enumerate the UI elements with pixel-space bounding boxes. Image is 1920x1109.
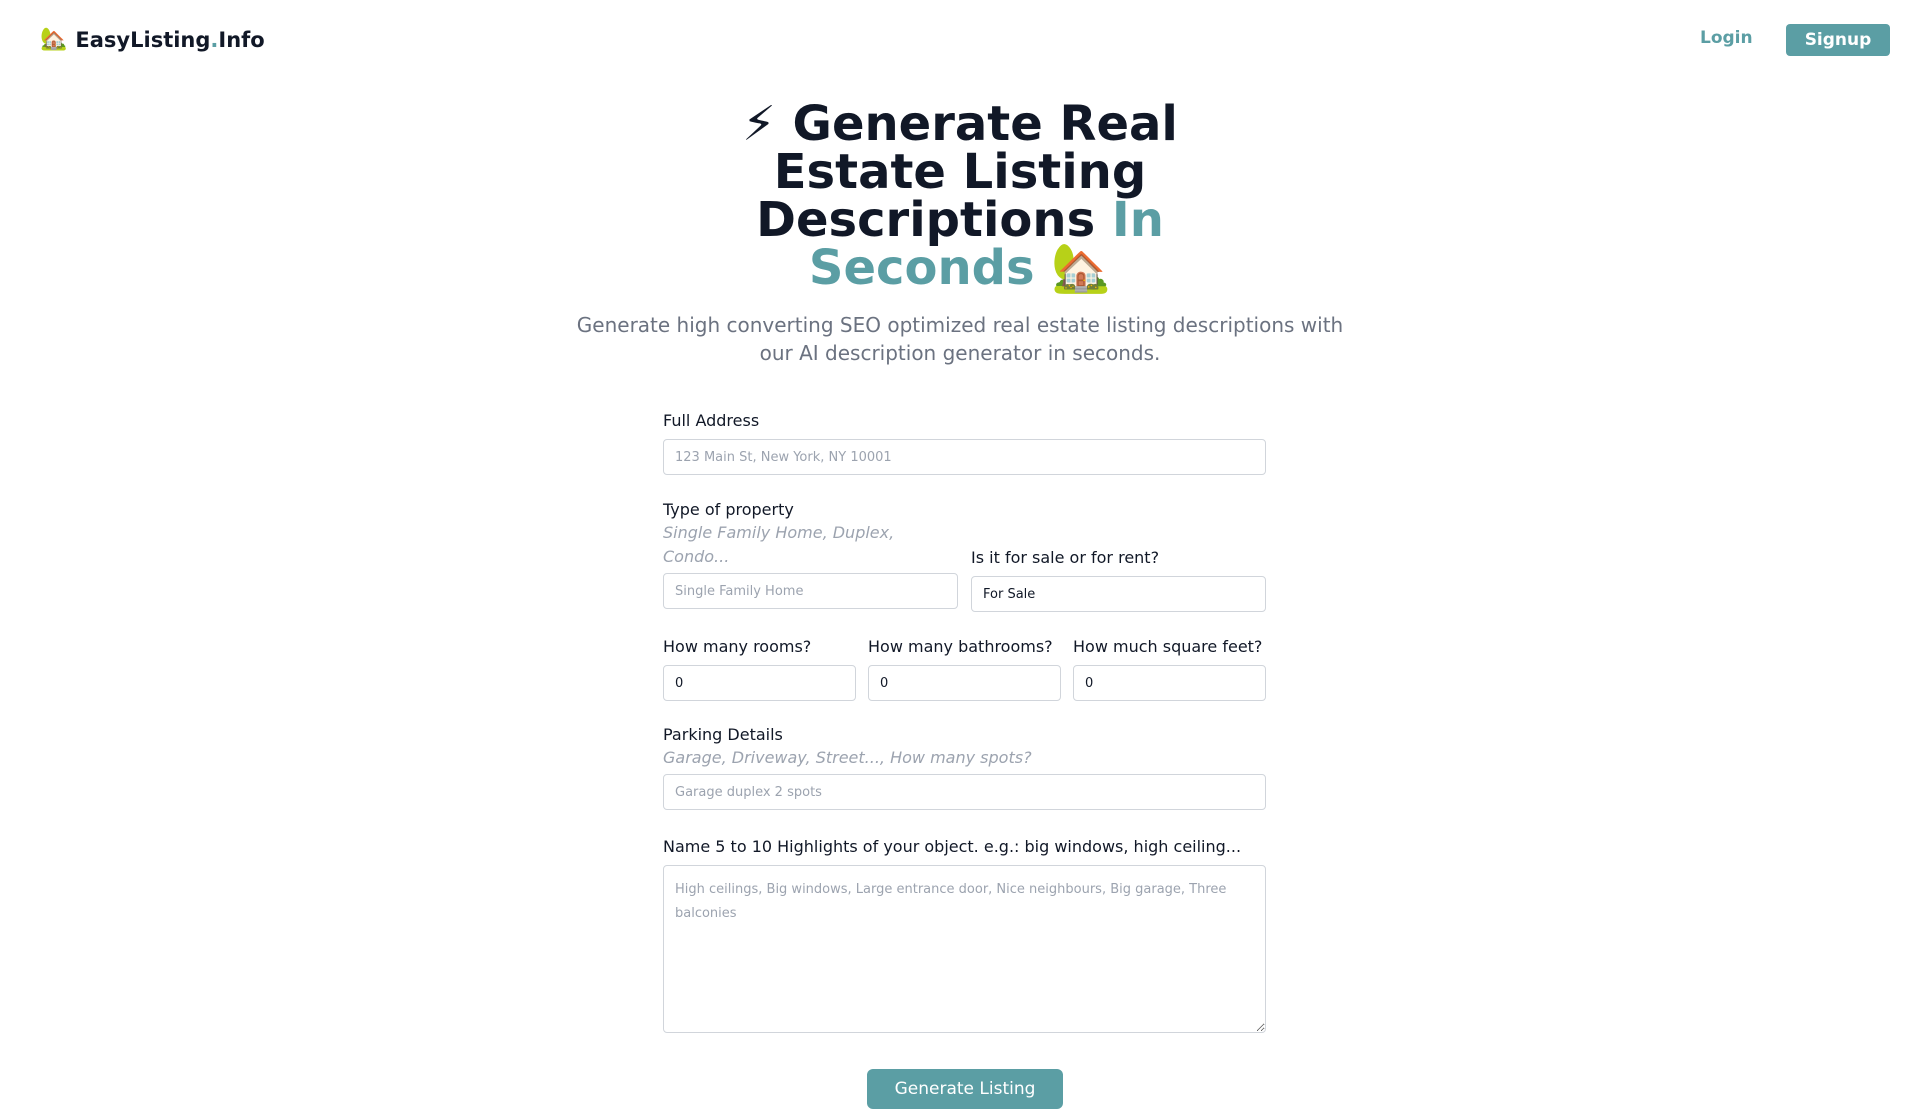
sale-or-rent-input[interactable] (971, 576, 1266, 612)
parking-group: Parking Details Garage, Driveway, Street… (663, 724, 1266, 810)
square-feet-label: How much square feet? (1073, 637, 1263, 656)
bathrooms-input[interactable] (868, 665, 1061, 701)
rooms-label: How many rooms? (663, 637, 812, 656)
address-label: Full Address (663, 411, 760, 430)
bathrooms-label: How many bathrooms? (868, 637, 1053, 656)
generate-listing-button[interactable]: Generate Listing (867, 1069, 1063, 1109)
address-group: Full Address (663, 410, 1266, 475)
property-type-group: Type of property Single Family Home, Dup… (663, 499, 958, 609)
lightning-icon: ⚡ (742, 96, 776, 152)
site-header: 🏡 EasyListing. Info Login Signup (0, 0, 1920, 80)
property-type-hint: Single Family Home, Duplex, Condo... (663, 523, 895, 566)
page-subtitle: Generate high converting SEO optimized r… (576, 313, 1344, 365)
login-link[interactable]: Login (1700, 28, 1753, 48)
parking-hint: Garage, Driveway, Street..., How many sp… (663, 748, 1032, 767)
brand-dot: . (210, 27, 219, 52)
address-input[interactable] (663, 439, 1266, 475)
highlights-textarea[interactable] (663, 865, 1266, 1033)
rooms-group: How many rooms? (663, 636, 856, 701)
parking-input[interactable] (663, 774, 1266, 810)
brand-name: EasyListing (75, 27, 211, 52)
house-with-garden-icon: 🏡 (1051, 240, 1112, 296)
sale-or-rent-label: Is it for sale or for rent? (971, 548, 1160, 567)
bathrooms-group: How many bathrooms? (868, 636, 1061, 701)
highlights-label: Name 5 to 10 Highlights of your object. … (663, 837, 1242, 856)
signup-button[interactable]: Signup (1786, 24, 1890, 56)
highlights-group: Name 5 to 10 Highlights of your object. … (663, 836, 1266, 1033)
square-feet-input[interactable] (1073, 665, 1266, 701)
parking-label: Parking Details (663, 725, 783, 744)
square-feet-group: How much square feet? (1073, 636, 1266, 701)
property-type-label: Type of property (663, 500, 794, 519)
house-with-garden-icon: 🏡 (40, 27, 68, 52)
brand-tld: Info (218, 27, 265, 52)
page-title: ⚡ Generate Real Estate Listing Descripti… (700, 100, 1220, 292)
sale-or-rent-group: Is it for sale or for rent? (971, 547, 1266, 612)
rooms-input[interactable] (663, 665, 856, 701)
property-type-input[interactable] (663, 573, 958, 609)
brand-logo[interactable]: 🏡 EasyListing. Info (40, 27, 265, 52)
